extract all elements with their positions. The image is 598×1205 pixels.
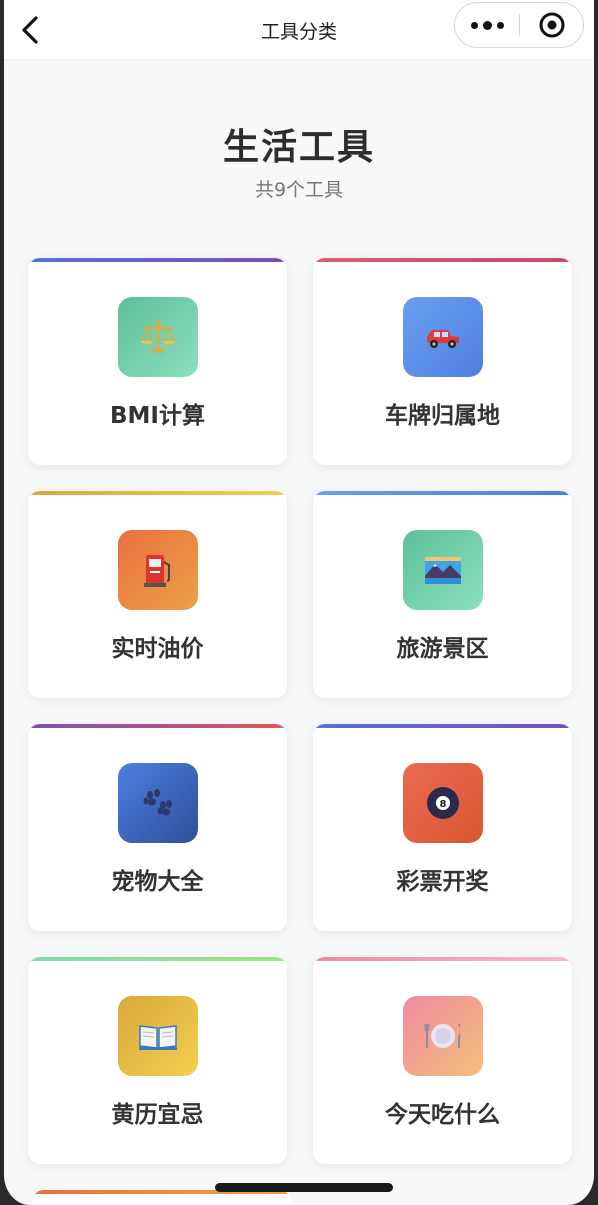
close-miniprogram-button[interactable] (520, 3, 583, 47)
card-accent-bar (313, 258, 572, 262)
capsule-menu (454, 2, 584, 48)
card-accent-bar (313, 491, 572, 495)
tool-card-lottery[interactable]: 8 彩票开奖 (313, 724, 572, 931)
nav-bar: 工具分类 (4, 0, 594, 60)
tool-card-scenic[interactable]: 旅游景区 (313, 491, 572, 698)
home-indicator (215, 1183, 393, 1192)
dot-icon (496, 21, 504, 29)
tool-grid: BMI计算 车牌归属地 实时油价 旅游景区 宠物大全 8 彩票开奖 黄历宜忌 今… (28, 258, 574, 1164)
card-icon-box (117, 996, 198, 1076)
tool-label: 车牌归属地 (385, 403, 500, 429)
plate-icon (424, 1024, 460, 1048)
tool-label: 今天吃什么 (385, 1102, 500, 1128)
card-accent-bar (313, 724, 572, 728)
tool-card-food[interactable]: 今天吃什么 (313, 957, 572, 1164)
tool-label: 黄历宜忌 (111, 1102, 204, 1128)
open-book-icon (138, 1025, 177, 1050)
card-icon-box: 8 (402, 763, 483, 843)
dot-icon (470, 21, 478, 29)
scale-icon (139, 320, 176, 353)
card-icon-box (402, 996, 483, 1076)
tool-label: 旅游景区 (396, 636, 489, 662)
card-icon-box (402, 530, 483, 610)
card-icon-box (117, 297, 198, 377)
phone-screen: 工具分类 生活工具 共9个工具 BMI计算 车牌归属地 实时油价 旅游景区 宠物… (0, 0, 598, 1205)
target-icon (539, 12, 564, 38)
car-icon (426, 330, 459, 348)
tool-count: 共9个工具 (254, 179, 344, 201)
card-accent-bar (313, 957, 572, 961)
card-icon-box (117, 763, 198, 843)
tool-label: BMI计算 (110, 403, 205, 429)
tool-card-fuel[interactable]: 实时油价 (28, 491, 287, 698)
card-accent-bar (28, 491, 287, 495)
dot-icon (482, 20, 492, 30)
card-icon-box (402, 297, 483, 377)
card-accent-bar (28, 724, 287, 728)
tool-card-plate[interactable]: 车牌归属地 (313, 258, 572, 465)
tool-card-partial[interactable] (32, 1190, 291, 1205)
fuel-pump-icon (143, 555, 170, 587)
paw-icon (143, 789, 172, 816)
svg-text:8: 8 (439, 799, 446, 810)
tool-label: 宠物大全 (111, 869, 204, 895)
landscape-icon (424, 557, 461, 584)
tool-card-bmi[interactable]: BMI计算 (28, 258, 287, 465)
card-icon-box (117, 530, 198, 610)
card-accent-bar (28, 258, 287, 262)
tool-card-pets[interactable]: 宠物大全 (28, 724, 287, 931)
tool-card-almanac[interactable]: 黄历宜忌 (28, 957, 287, 1164)
page-title: 生活工具 (222, 127, 375, 168)
more-button[interactable] (455, 3, 519, 47)
billiard-ball-icon: 8 (426, 787, 459, 819)
tool-label: 彩票开奖 (396, 869, 489, 895)
tool-label: 实时油价 (111, 636, 204, 662)
card-accent-bar (28, 957, 287, 961)
